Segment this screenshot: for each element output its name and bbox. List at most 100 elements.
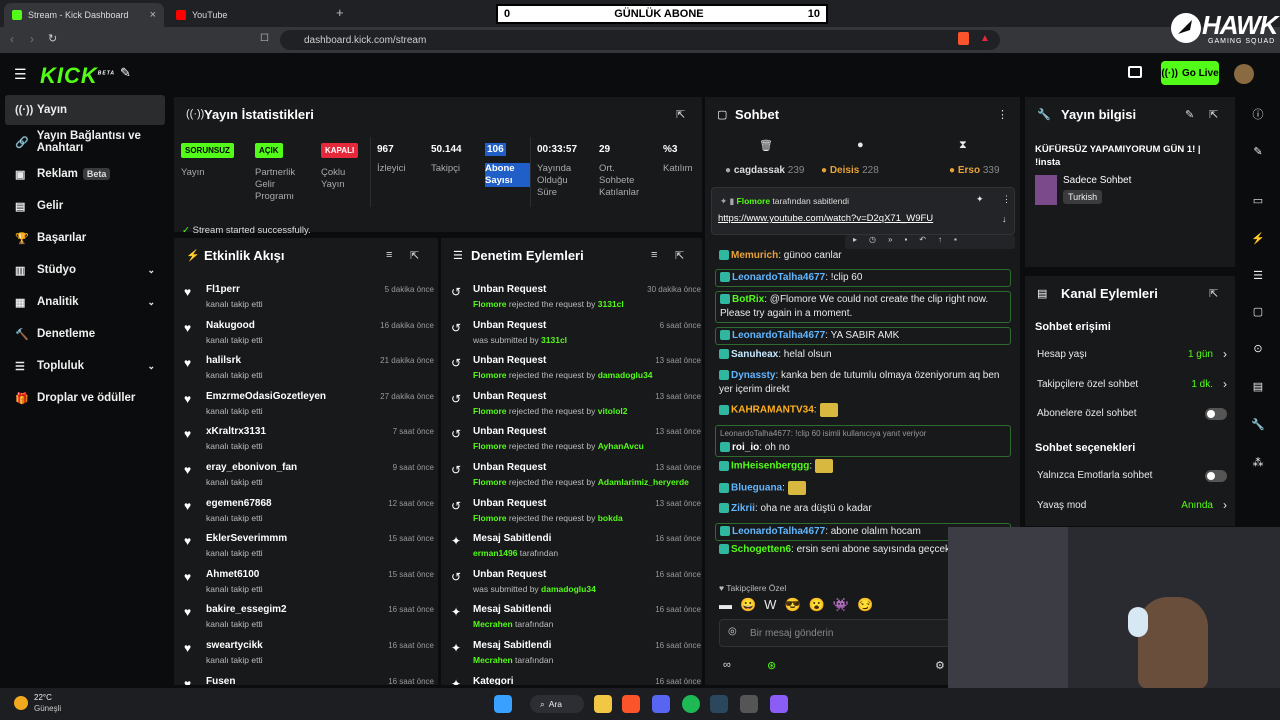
moderation-item[interactable]: ✦ Mesaj Sabitlendi Mecrahen tarafından 16 s… (451, 640, 701, 674)
setting-row[interactable]: Yavaş mod Anında › (1037, 498, 1227, 512)
edit-icon[interactable]: ✎ (1185, 108, 1194, 121)
activity-user[interactable]: halilsrk (206, 355, 241, 366)
list-icon[interactable]: ☰ (1248, 265, 1268, 285)
target-user[interactable]: damadoglu34 (598, 370, 653, 380)
new-tab-button[interactable]: + (336, 5, 344, 20)
discord-icon[interactable] (652, 695, 670, 713)
chevron-right-icon[interactable]: › (1223, 347, 1227, 361)
sidebar-item-5[interactable]: ▥ Stüdyo ⌄ (5, 255, 165, 285)
moderator-name[interactable]: Flomore (473, 370, 507, 380)
url-input[interactable]: dashboard.kick.com/stream (280, 30, 1000, 50)
chat-username[interactable]: LeonardoTalha4677 (732, 526, 825, 537)
activity-user[interactable]: EmzrmeOdasiGozetleyen (206, 391, 326, 402)
moderator-name[interactable]: Flomore (473, 406, 507, 416)
activity-item[interactable]: ♥ egemen67868 kanalı takip etti 12 saat önc… (184, 498, 434, 532)
sidebar-item-4[interactable]: 🏆 Başarılar (5, 223, 165, 253)
activity-user[interactable]: Nakugood (206, 320, 255, 331)
popout-icon[interactable]: ⇱ (676, 108, 685, 121)
spotify-icon[interactable] (682, 695, 700, 713)
moderation-item[interactable]: ✦ Mesaj Sabitlendi erman1496 tarafından 16 … (451, 533, 701, 567)
activity-item[interactable]: ♥ eray_ebonivon_fan kanalı takip etti 9 saa… (184, 462, 434, 496)
moderation-item[interactable]: ↺ Unban Request Flomore rejected the reque… (451, 426, 701, 460)
activity-item[interactable]: ♥ sweartycikk kanalı takip etti 16 saat önc… (184, 640, 434, 674)
top-user-3[interactable]: ● Erso 339 (949, 165, 1000, 176)
activity-user[interactable]: Fusen (206, 676, 235, 685)
activity-item[interactable]: ♥ EklerSeverimmm kanalı takip etti 15 saat … (184, 533, 434, 567)
activity-user[interactable]: Fl1perr (206, 284, 240, 295)
forward-icon[interactable]: › (30, 32, 34, 46)
sidebar-item-6[interactable]: ▦ Analitik ⌄ (5, 287, 165, 317)
activity-user[interactable]: bakire_essegim2 (206, 604, 287, 615)
twitch-icon[interactable] (770, 695, 788, 713)
moderator-name[interactable]: Mecrahen (473, 655, 513, 665)
trash-icon[interactable]: 🗑 (759, 139, 773, 152)
target-user[interactable]: AyhanAvcu (598, 441, 644, 451)
moderation-item[interactable]: ✦ Kategori 16 saat önce (451, 676, 701, 685)
collapse-icon[interactable]: ↓ (1002, 214, 1007, 224)
pinned-menu-icon[interactable]: ⋮ (1002, 194, 1011, 205)
activity-item[interactable]: ♥ Fusen 16 saat önce (184, 676, 434, 685)
pinned-link[interactable]: https://www.youtube.com/watch?v=D2qX71_W… (718, 213, 933, 224)
back-icon[interactable]: ‹ (10, 32, 14, 46)
info-icon[interactable]: ⓘ (1248, 104, 1268, 124)
brave-shield-icon[interactable] (958, 32, 969, 45)
chat-username[interactable]: roi_io (732, 442, 759, 453)
target-user[interactable]: Adamlarimiz_heryerde (598, 477, 689, 487)
chat-username[interactable]: ImHeisenberggg (731, 461, 809, 472)
chat-username[interactable]: Schogetten6 (731, 544, 791, 555)
moderation-item[interactable]: ↺ Unban Request Flomore rejected the reque… (451, 391, 701, 425)
sidebar-item-8[interactable]: ☰ Topluluk ⌄ (5, 351, 165, 381)
chevron-right-icon[interactable]: › (1223, 377, 1227, 391)
activity-user[interactable]: egemen67868 (206, 498, 272, 509)
edit-icon[interactable]: ✎ (1248, 141, 1268, 161)
setting-value[interactable]: Anında (1181, 500, 1213, 511)
target-user[interactable]: 3131cl (541, 335, 567, 345)
top-user-2[interactable]: ● Deisis 228 (821, 165, 879, 176)
chevron-down-icon[interactable]: ⌄ (147, 265, 155, 276)
activity-item[interactable]: ♥ xKraltrx3131 kanalı takip etti 7 saat önc… (184, 426, 434, 460)
taskbar-search[interactable]: ⌕ Ara (530, 695, 584, 713)
lightning-icon[interactable]: ⚡ (1248, 228, 1268, 248)
video-icon[interactable]: ▭ (1248, 190, 1268, 210)
chat-username[interactable]: Sanuheax (731, 349, 778, 360)
chevron-down-icon[interactable]: ⌄ (147, 361, 155, 372)
target-user[interactable]: 3131cl (598, 299, 624, 309)
user-avatar[interactable] (1234, 64, 1254, 84)
weather-temp[interactable]: 22°C (34, 693, 52, 702)
chat-icon[interactable]: ▢ (1248, 301, 1268, 321)
chat-username[interactable]: KAHRAMANTV34 (731, 405, 814, 416)
obs-icon[interactable] (740, 695, 758, 713)
activity-item[interactable]: ♥ Ahmet6100 kanalı takip etti 15 saat önce (184, 569, 434, 603)
mod-action-bar[interactable]: ▸◷»▪↶↑▪ (845, 235, 1015, 249)
activity-item[interactable]: ♥ Fl1perr kanalı takip etti 5 dakika önce (184, 284, 434, 318)
wrench-icon[interactable]: 🔧 (1248, 414, 1268, 434)
chat-username[interactable]: LeonardoTalha4677 (732, 272, 825, 283)
moderation-item[interactable]: ↺ Unban Request Flomore rejected the reque… (451, 498, 701, 532)
sidebar-item-3[interactable]: ▤ Gelir (5, 191, 165, 221)
file-explorer-icon[interactable] (594, 695, 612, 713)
moderation-item[interactable]: ↺ Unban Request Flomore rejected the reque… (451, 462, 701, 496)
moderation-item[interactable]: ↺ Unban Request Flomore rejected the reque… (451, 284, 701, 318)
chevron-right-icon[interactable]: › (1223, 498, 1227, 512)
setting-row[interactable]: Hesap yaşı 1 gün › (1037, 347, 1227, 361)
community-icon[interactable]: ⁂ (1248, 452, 1268, 472)
infinity-icon[interactable]: ∞ (723, 659, 731, 671)
target-user[interactable]: vitolol2 (598, 406, 628, 416)
chat-username[interactable]: Zikrii (731, 503, 755, 514)
kick-coin-icon[interactable]: ⊛ (767, 659, 776, 672)
emote-bar[interactable]: ▬😀W😎😮👾😏 (719, 597, 881, 613)
target-user[interactable]: damadoglu34 (541, 584, 596, 594)
sidebar-item-2[interactable]: ▣ Reklam Beta (5, 159, 165, 189)
setting-row[interactable]: Takipçilere özel sohbet 1 dk. › (1037, 377, 1227, 391)
filter-icon[interactable]: ≡ (651, 249, 657, 261)
close-tab-icon[interactable]: × (150, 9, 156, 21)
toggle-switch[interactable] (1205, 470, 1227, 482)
save-icon[interactable]: ▤ (1248, 376, 1268, 396)
steam-icon[interactable] (710, 695, 728, 713)
tools-icon[interactable]: ✎ (120, 65, 131, 81)
moderator-name[interactable]: Flomore (473, 441, 507, 451)
more-options-icon[interactable]: ⋮ (997, 108, 1008, 121)
target-user[interactable]: bokda (598, 513, 623, 523)
filter-icon[interactable]: ≡ (386, 249, 392, 261)
moderator-name[interactable]: Flomore (473, 513, 507, 523)
